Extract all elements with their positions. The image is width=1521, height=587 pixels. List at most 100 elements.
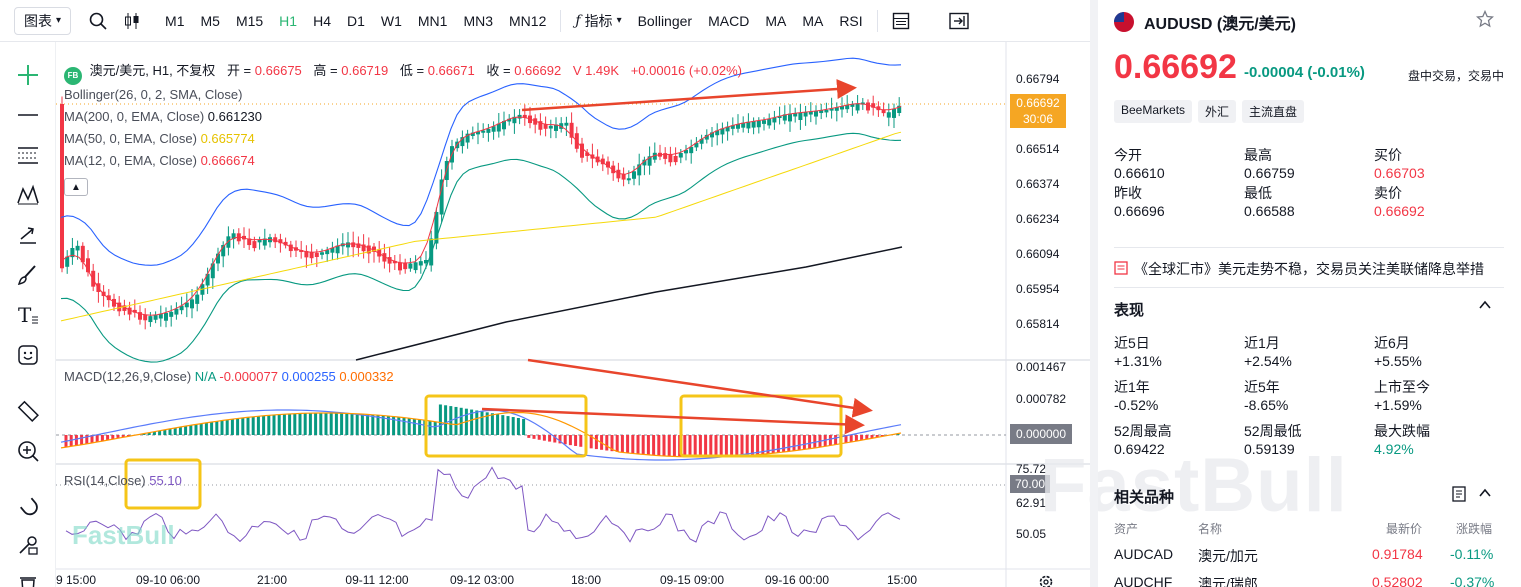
macd-histogram-bar [418,419,422,435]
macd-histogram-bar [641,435,645,455]
stat-label: 上市至今 [1374,379,1430,395]
projection-icon[interactable] [13,220,43,250]
macd-histogram-bar [428,420,432,435]
candle-body [689,146,694,154]
stat-cell: 卖价 0.66692 [1374,183,1504,219]
macd-histogram-bar [574,435,578,446]
emoji-icon[interactable] [13,340,43,370]
collapse-panel-icon[interactable] [942,4,976,38]
macd-histogram-bar [454,406,458,435]
magnet-icon[interactable] [13,490,43,520]
timeframe-mn3[interactable]: MN3 [455,13,501,29]
macd-hist-value: -0.000077 [219,369,278,384]
bar-countdown: 30:06 [1022,112,1054,126]
candle-body [174,308,179,315]
macd-line-value: 0.000255 [281,369,336,384]
candle-body [788,113,792,122]
stat-value: 0.59139 [1244,441,1295,457]
collapse-legend-button[interactable]: ▲ [64,178,88,196]
timeframe-w1[interactable]: W1 [373,13,410,29]
macd-histogram-bar [501,415,505,435]
ma50-label: MA(50, 0, EMA, Close) [64,131,197,146]
chart-type-dropdown[interactable]: 图表 ▾ [14,6,72,35]
indicator-ma-button[interactable]: MA [757,13,794,29]
quote-change-abs: -0.00004 [1244,64,1304,81]
stat-label: 昨收 [1114,185,1142,201]
bollinger-legend[interactable]: Bollinger(26, 0, 2, SMA, Close) [64,87,242,102]
favorite-star-icon[interactable] [1475,9,1495,33]
quote-tag[interactable]: 外汇 [1198,100,1237,123]
quote-tag[interactable]: BeeMarkets [1114,100,1193,123]
macd-histogram-bar [194,424,198,435]
stat-cell: 52周最高 0.69422 [1114,421,1244,457]
related-price: 0.91784 [1372,546,1423,562]
ma200-legend[interactable]: MA(200, 0, EMA, Close) 0.661230 [64,109,262,124]
timeframe-mn12[interactable]: MN12 [501,13,554,29]
macd-histogram-bar [324,413,328,435]
high-label: 高 = [313,63,338,78]
indicator-ma-button[interactable]: MA [794,13,831,29]
indicator-macd-button[interactable]: MACD [700,13,757,29]
timeframe-h1[interactable]: H1 [271,13,305,29]
price-axis-label: 0.66374 [1016,177,1060,191]
chart-area[interactable]: FB 澳元/美元, H1, 不复权 开 = 0.66675 高 = 0.6671… [56,42,1090,587]
macd-histogram-bar [662,435,666,456]
timeframe-mn1[interactable]: MN1 [410,13,456,29]
rsi-axis-low: 50.05 [1016,527,1047,541]
macd-histogram-bar [646,435,650,455]
zoom-in-icon[interactable] [13,436,43,466]
ruler-icon[interactable] [13,396,43,426]
chevron-up-icon[interactable] [1478,298,1492,317]
news-headline[interactable]: 《全球汇市》美元走势不稳，交易员关注美联储降息举措 [1114,259,1484,279]
quote-panel: AUDUSD (澳元/美元) 0.66692 -0.00004 (-0.01%)… [1090,0,1521,587]
timeframe-d1[interactable]: D1 [339,13,373,29]
timeframe-h4[interactable]: H4 [305,13,339,29]
macd-signal-value: 0.000332 [339,369,394,384]
candle-body [413,262,418,271]
macd-legend[interactable]: MACD(12,26,9,Close) N/A -0.000077 0.0002… [64,369,394,384]
macd-histogram-bar [750,435,754,456]
related-code: AUDCAD [1114,546,1174,562]
candle-body [481,130,486,133]
candle-body [418,261,423,266]
candle-body [548,125,553,129]
layout-icon[interactable] [884,4,918,38]
chevron-down-icon: ▾ [56,15,62,26]
macd-histogram-bar [178,427,182,435]
timeframe-m1[interactable]: M1 [157,13,192,29]
settings-gear-icon[interactable] [1038,574,1054,587]
macd-histogram-bar [199,423,203,435]
document-icon[interactable] [1452,486,1466,507]
indicator-bollinger-button[interactable]: Bollinger [630,13,700,29]
indicators-button[interactable]: ƒ 指标 ▾ [567,11,629,31]
macd-histogram-bar [792,435,796,451]
app-root: 图表 ▾ M1 M5 M15 H1 H4 D1 W1 MN1 MN3 MN12 ƒ 指标 ▾ Bo… [0,0,1521,587]
candle-body [632,171,636,179]
ma12-legend[interactable]: MA(12, 0, EMA, Close) 0.666674 [64,153,255,168]
ma50-legend[interactable]: MA(50, 0, EMA, Close) 0.665774 [64,131,255,146]
chevron-up-icon[interactable] [1478,486,1492,505]
macd-histogram-bar [184,426,188,435]
chevron-down-icon: ▾ [616,15,622,26]
crosshair-icon[interactable] [13,60,43,90]
line-tool-icon[interactable] [13,100,43,130]
trash-icon[interactable] [13,568,43,587]
stat-label: 今开 [1114,147,1142,163]
search-icon[interactable] [81,4,115,38]
timeframe-m15[interactable]: M15 [228,13,271,29]
candlestick-icon[interactable] [115,4,149,38]
lock-drawings-icon[interactable] [13,530,43,560]
candle-body [626,178,631,181]
indicator-rsi-button[interactable]: RSI [831,13,870,29]
rsi-legend[interactable]: RSI(14,Close) 55.10 [64,473,182,488]
timeframe-m5[interactable]: M5 [192,13,227,29]
brush-icon[interactable] [13,260,43,290]
macd-histogram-bar [376,415,380,435]
pattern-tool-icon[interactable] [13,180,43,210]
macd-histogram-bar [329,413,333,435]
macd-histogram-bar [360,414,364,435]
quote-tag[interactable]: 主流直盘 [1242,100,1305,123]
macd-histogram-bar [605,435,609,451]
fib-retracement-icon[interactable] [13,140,43,170]
text-tool-icon[interactable]: T [13,300,43,330]
